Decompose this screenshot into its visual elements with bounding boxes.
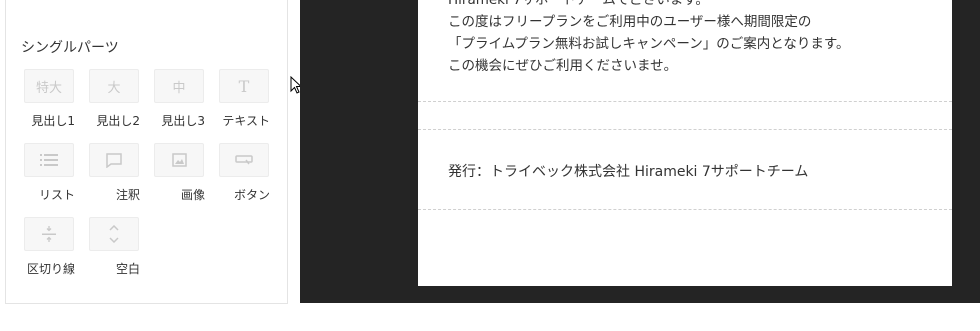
body-line: 「プライムプラン無料お試しキャンペーン」のご案内となります。 <box>448 36 850 52</box>
part-label: 見出し2 <box>96 114 140 128</box>
heading-m-icon: 中 <box>154 69 204 103</box>
part-heading3[interactable]: 中 見出し3 <box>153 69 205 129</box>
part-label: 見出し3 <box>161 114 205 128</box>
part-label: 区切り線 <box>26 262 75 276</box>
single-parts-panel: シングルパーツ 特大 見出し1 大 見出し2 中 見出し3 T テキスト リスト <box>5 0 288 304</box>
part-label: 画像 <box>180 188 205 202</box>
comment-icon <box>89 143 139 177</box>
spacer-block[interactable] <box>418 102 952 130</box>
button-icon <box>219 143 269 177</box>
part-spacer[interactable]: 空白 <box>88 217 140 277</box>
body-line: Hirameki 7サポートチームでございます。 <box>448 0 709 8</box>
body-line: この度はフリープランをご利用中のユーザー様へ期間限定の <box>448 14 812 30</box>
part-button[interactable]: ボタン <box>218 143 270 203</box>
panel-title: シングルパーツ <box>21 40 119 56</box>
image-icon <box>154 143 204 177</box>
part-heading2[interactable]: 大 見出し2 <box>88 69 140 129</box>
part-image[interactable]: 画像 <box>153 143 205 203</box>
email-editor-area: Hirameki 7サポートチームでございます。 この度はフリープランをご利用中… <box>300 0 980 303</box>
spacer-icon <box>89 217 139 251</box>
part-label: 見出し1 <box>31 114 75 128</box>
part-label: 空白 <box>115 262 140 276</box>
part-divider[interactable]: 区切り線 <box>23 217 75 277</box>
footer-text: 発行：トライベック株式会社 Hirameki 7サポートチーム <box>448 164 809 180</box>
text-block[interactable]: Hirameki 7サポートチームでございます。 この度はフリープランをご利用中… <box>418 0 952 102</box>
part-label: 注釈 <box>115 188 140 202</box>
email-canvas: Hirameki 7サポートチームでございます。 この度はフリープランをご利用中… <box>418 0 952 286</box>
part-label: テキスト <box>222 114 270 128</box>
part-text[interactable]: T テキスト <box>218 69 270 129</box>
list-icon <box>24 143 74 177</box>
heading-xl-icon: 特大 <box>24 69 74 103</box>
part-heading1[interactable]: 特大 見出し1 <box>23 69 75 129</box>
part-list[interactable]: リスト <box>23 143 75 203</box>
body-line: この機会にぜひご利用くださいませ。 <box>448 58 678 74</box>
part-annotation[interactable]: 注釈 <box>88 143 140 203</box>
divider-icon <box>24 217 74 251</box>
part-label: ボタン <box>233 188 270 202</box>
heading-l-icon: 大 <box>89 69 139 103</box>
footer-block[interactable]: 発行：トライベック株式会社 Hirameki 7サポートチーム <box>418 130 952 210</box>
part-label: リスト <box>38 188 75 202</box>
text-icon: T <box>219 69 269 103</box>
